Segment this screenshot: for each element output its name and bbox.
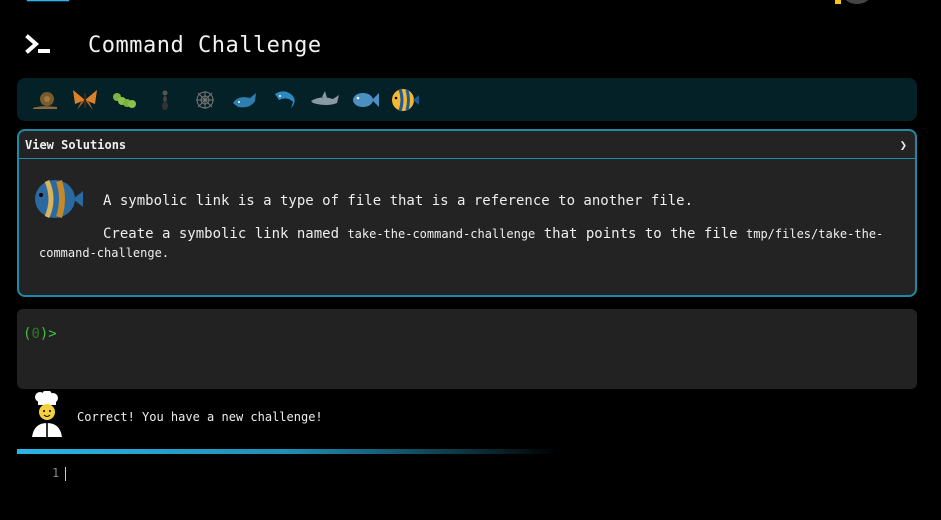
terminal-logo-icon xyxy=(24,30,54,60)
editor-input[interactable]: 1 xyxy=(52,466,67,481)
ant-icon[interactable] xyxy=(145,84,185,116)
prompt-close: )> xyxy=(39,326,57,342)
tropical-fish-icon xyxy=(33,175,85,223)
challenge-instruction: Create a symbolic link named take-the-co… xyxy=(39,225,899,263)
terminal-prompt: (0)> xyxy=(23,326,57,342)
link-name-code: take-the-command-challenge xyxy=(347,227,536,241)
instruction-text-end: . xyxy=(161,246,170,260)
caterpillar-icon[interactable] xyxy=(105,84,145,116)
fish-icon[interactable] xyxy=(345,84,385,116)
instruction-text: Create a symbolic link named xyxy=(103,226,348,242)
snail-icon[interactable] xyxy=(25,84,65,116)
top-right-mark xyxy=(835,0,841,4)
text-caret xyxy=(65,466,67,481)
line-number: 1 xyxy=(52,466,60,480)
view-solutions-toggle[interactable]: View Solutions ❯ xyxy=(19,131,915,159)
dolphin-icon[interactable] xyxy=(265,84,305,116)
challenge-panel: View Solutions ❯ A symbolic link is a ty… xyxy=(17,129,917,297)
progress-bar xyxy=(17,449,557,454)
butterfly-icon[interactable] xyxy=(65,84,105,116)
challenge-intro: A symbolic link is a type of file that i… xyxy=(103,193,694,209)
spider-web-icon[interactable] xyxy=(185,84,225,116)
view-solutions-label: View Solutions xyxy=(25,137,127,152)
header: Command Challenge xyxy=(24,30,322,60)
tropical-fish-icon[interactable] xyxy=(385,84,425,116)
page-title: Command Challenge xyxy=(88,32,322,58)
chef-avatar-icon xyxy=(26,390,66,439)
terminal-output[interactable]: (0)> xyxy=(17,309,917,389)
top-right-avatar[interactable] xyxy=(843,0,871,4)
top-accent-shape xyxy=(26,0,70,2)
shark-icon[interactable] xyxy=(305,84,345,116)
level-icon-bar xyxy=(17,78,917,121)
instruction-text-mid: that points to the file xyxy=(535,226,746,242)
feedback-message: Correct! You have a new challenge! xyxy=(77,410,323,424)
chevron-right-icon: ❯ xyxy=(899,137,907,152)
whale-icon[interactable] xyxy=(225,84,265,116)
prompt-exit-code: 0 xyxy=(31,326,40,342)
